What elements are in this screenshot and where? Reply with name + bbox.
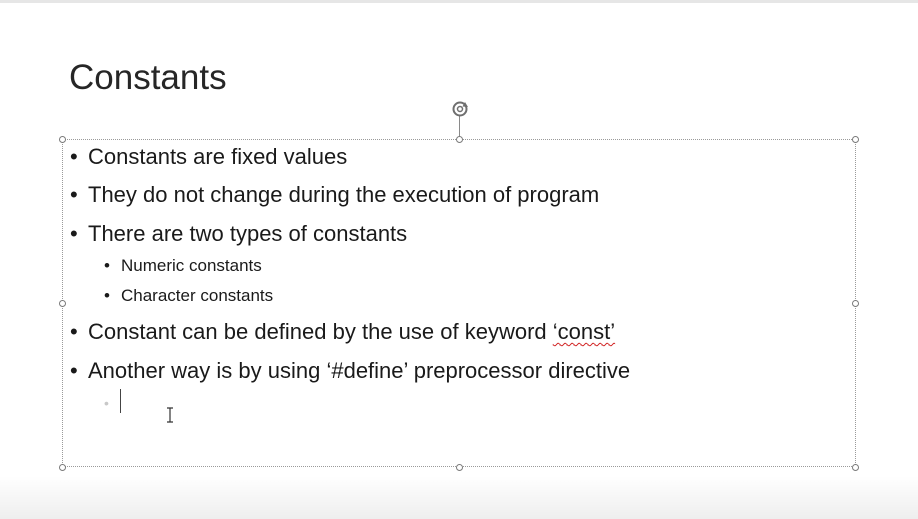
sub-bullet-item[interactable]: • Character constants [104, 285, 273, 307]
bullet-text: Constant can be defined by the use of ke… [88, 319, 553, 344]
slide-title[interactable]: Constants [69, 56, 227, 100]
bullet-marker: • [70, 319, 78, 344]
bullet-text: Constants are fixed values [88, 144, 348, 169]
bullet-marker: • [104, 256, 110, 275]
resize-handle-top-center[interactable] [456, 136, 463, 143]
sub-bullet-item[interactable]: • Numeric constants [104, 255, 262, 277]
empty-bullet-marker: • [104, 395, 109, 411]
text-caret [120, 389, 121, 413]
bullet-marker: • [70, 221, 78, 246]
bullet-marker: • [70, 182, 78, 207]
resize-handle-top-right[interactable] [852, 136, 859, 143]
bullet-marker: • [70, 144, 78, 169]
top-edge [0, 0, 918, 3]
resize-handle-bottom-right[interactable] [852, 464, 859, 471]
bottom-shade [0, 476, 918, 519]
bullet-text: Another way is by using ‘#define’ prepro… [88, 358, 631, 383]
bullet-marker: • [104, 286, 110, 305]
resize-handle-bottom-left[interactable] [59, 464, 66, 471]
bullet-item[interactable]: • There are two types of constants [70, 220, 407, 248]
bullet-item[interactable]: • Another way is by using ‘#define’ prepr… [70, 357, 630, 385]
bullet-text: Numeric constants [121, 256, 262, 275]
resize-handle-bottom-center[interactable] [456, 464, 463, 471]
resize-handle-middle-right[interactable] [852, 300, 859, 307]
ibeam-cursor-icon [167, 407, 173, 423]
slide-canvas: Constants • Constants are fixed values • T… [0, 0, 918, 519]
bullet-text: They do not change during the execution … [88, 182, 600, 207]
spellcheck-keyword[interactable]: ‘const’ [553, 319, 615, 344]
resize-handle-top-left[interactable] [59, 136, 66, 143]
bullet-text: There are two types of constants [88, 221, 408, 246]
bullet-text: Character constants [121, 286, 274, 305]
bullet-item[interactable]: • They do not change during the execution… [70, 181, 599, 209]
bullet-item[interactable]: • Constants are fixed values [70, 143, 347, 171]
bullet-marker: • [70, 358, 78, 383]
resize-handle-middle-left[interactable] [59, 300, 66, 307]
rotate-icon[interactable] [449, 98, 471, 120]
bullet-item[interactable]: • Constant can be defined by the use of k… [70, 318, 615, 346]
